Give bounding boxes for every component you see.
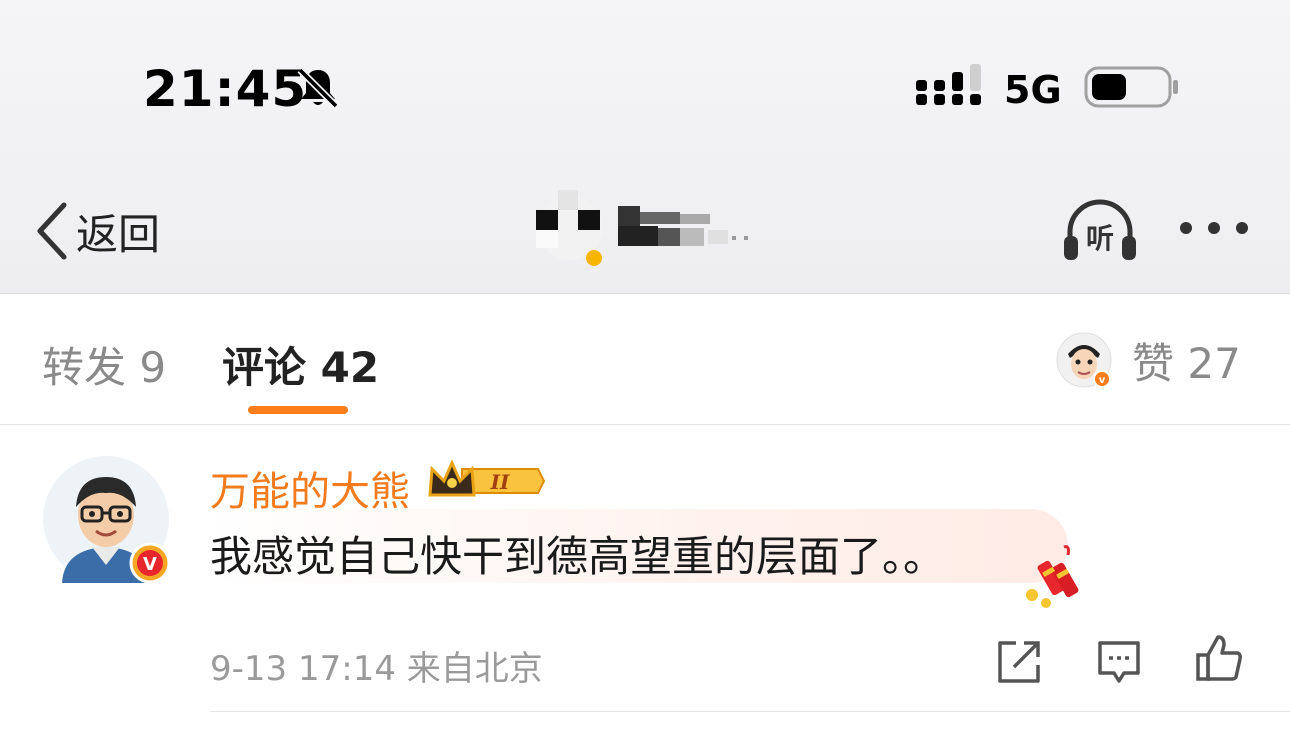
status-bar: 21:45 5G (0, 0, 1290, 150)
tab-likes[interactable]: v 赞 27 (1056, 330, 1241, 390)
header-area: 21:45 5G 返回 听 (0, 0, 1290, 294)
active-tab-indicator (248, 406, 348, 414)
firecracker-icon (1026, 545, 1079, 608)
bell-muted-icon (297, 67, 339, 109)
chevron-left-icon (37, 202, 67, 260)
share-icon[interactable] (994, 637, 1044, 687)
crown-badge-icon[interactable]: II (428, 459, 546, 503)
cellular-signal-icon (916, 64, 981, 105)
status-time: 21:45 (143, 60, 308, 118)
reply-comment-icon[interactable] (1094, 637, 1144, 687)
tab-bar: 转发 9 评论 42 v 赞 27 (0, 294, 1290, 425)
back-label: 返回 (76, 209, 161, 259)
blurred-avatar (536, 190, 602, 266)
tab-reposts[interactable]: 转发 9 (42, 334, 166, 395)
listen-label: 听 (1086, 222, 1114, 255)
liker-avatar: v (1056, 332, 1112, 388)
blurred-username (618, 206, 748, 246)
comment-divider (210, 711, 1290, 712)
more-options-icon[interactable] (1176, 208, 1252, 248)
listen-button[interactable]: 听 (1062, 198, 1138, 262)
verified-badge: V (143, 554, 157, 575)
vip-level: II (490, 470, 510, 494)
comment-meta: 9-13 17:14 来自北京 (210, 649, 543, 689)
comment-item: V 万能的大熊 II 我感觉自己快干到德高望重的层面了。。 9-13 17:14… (0, 425, 1290, 737)
likes-count: 赞 27 (1132, 338, 1241, 388)
thumbs-up-icon[interactable] (1194, 633, 1244, 683)
svg-text:v: v (1099, 375, 1106, 386)
commenter-avatar[interactable]: V (42, 455, 172, 585)
tab-comments[interactable]: 评论 42 (222, 334, 379, 395)
back-button[interactable]: 返回 (34, 196, 160, 266)
nav-bar: 返回 听 (0, 180, 1290, 280)
comment-text: 我感觉自己快干到德高望重的层面了。。 (210, 532, 946, 581)
network-type: 5G (1004, 68, 1062, 112)
battery-icon (1084, 66, 1178, 108)
